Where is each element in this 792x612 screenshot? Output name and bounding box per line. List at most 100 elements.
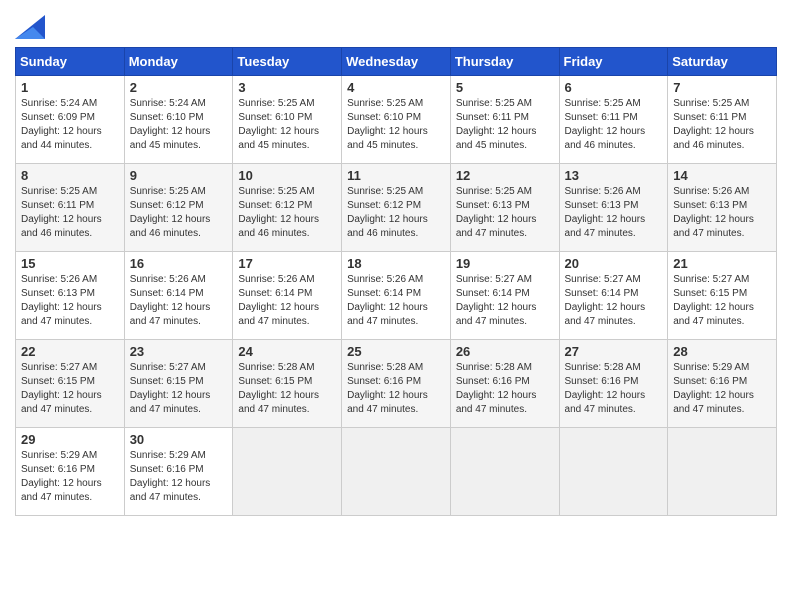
day-info: Sunrise: 5:25 AMSunset: 6:12 PMDaylight:… bbox=[130, 185, 228, 241]
day-number: 3 bbox=[238, 80, 336, 95]
day-info: Sunrise: 5:26 AMSunset: 6:14 PMDaylight:… bbox=[347, 273, 445, 329]
day-info: Sunrise: 5:27 AMSunset: 6:15 PMDaylight:… bbox=[21, 361, 119, 417]
col-header-saturday: Saturday bbox=[668, 48, 777, 76]
day-info: Sunrise: 5:25 AMSunset: 6:11 PMDaylight:… bbox=[673, 97, 771, 153]
day-info: Sunrise: 5:25 AMSunset: 6:13 PMDaylight:… bbox=[456, 185, 554, 241]
day-cell: 28 Sunrise: 5:29 AMSunset: 6:16 PMDayligh… bbox=[668, 340, 777, 428]
day-info: Sunrise: 5:25 AMSunset: 6:11 PMDaylight:… bbox=[21, 185, 119, 241]
day-number: 30 bbox=[130, 432, 228, 447]
day-info: Sunrise: 5:28 AMSunset: 6:16 PMDaylight:… bbox=[347, 361, 445, 417]
day-number: 16 bbox=[130, 256, 228, 271]
day-info: Sunrise: 5:29 AMSunset: 6:16 PMDaylight:… bbox=[673, 361, 771, 417]
day-info: Sunrise: 5:28 AMSunset: 6:15 PMDaylight:… bbox=[238, 361, 336, 417]
day-info: Sunrise: 5:29 AMSunset: 6:16 PMDaylight:… bbox=[21, 449, 119, 505]
day-info: Sunrise: 5:27 AMSunset: 6:15 PMDaylight:… bbox=[673, 273, 771, 329]
day-info: Sunrise: 5:26 AMSunset: 6:14 PMDaylight:… bbox=[238, 273, 336, 329]
day-info: Sunrise: 5:26 AMSunset: 6:14 PMDaylight:… bbox=[130, 273, 228, 329]
day-number: 13 bbox=[565, 168, 663, 183]
day-cell: 4 Sunrise: 5:25 AMSunset: 6:10 PMDaylight… bbox=[342, 76, 451, 164]
week-row-2: 15 Sunrise: 5:26 AMSunset: 6:13 PMDayligh… bbox=[16, 252, 777, 340]
day-info: Sunrise: 5:24 AMSunset: 6:09 PMDaylight:… bbox=[21, 97, 119, 153]
day-number: 23 bbox=[130, 344, 228, 359]
day-cell: 26 Sunrise: 5:28 AMSunset: 6:16 PMDayligh… bbox=[450, 340, 559, 428]
day-cell: 21 Sunrise: 5:27 AMSunset: 6:15 PMDayligh… bbox=[668, 252, 777, 340]
day-info: Sunrise: 5:29 AMSunset: 6:16 PMDaylight:… bbox=[130, 449, 228, 505]
col-header-thursday: Thursday bbox=[450, 48, 559, 76]
day-cell: 6 Sunrise: 5:25 AMSunset: 6:11 PMDaylight… bbox=[559, 76, 668, 164]
day-number: 17 bbox=[238, 256, 336, 271]
day-number: 18 bbox=[347, 256, 445, 271]
day-cell: 14 Sunrise: 5:26 AMSunset: 6:13 PMDayligh… bbox=[668, 164, 777, 252]
day-cell bbox=[342, 428, 451, 516]
day-number: 8 bbox=[21, 168, 119, 183]
header bbox=[15, 15, 777, 39]
day-number: 9 bbox=[130, 168, 228, 183]
logo bbox=[15, 15, 49, 39]
day-cell: 16 Sunrise: 5:26 AMSunset: 6:14 PMDayligh… bbox=[124, 252, 233, 340]
day-info: Sunrise: 5:25 AMSunset: 6:10 PMDaylight:… bbox=[347, 97, 445, 153]
day-info: Sunrise: 5:25 AMSunset: 6:12 PMDaylight:… bbox=[347, 185, 445, 241]
day-cell bbox=[559, 428, 668, 516]
day-number: 11 bbox=[347, 168, 445, 183]
day-number: 4 bbox=[347, 80, 445, 95]
day-info: Sunrise: 5:25 AMSunset: 6:12 PMDaylight:… bbox=[238, 185, 336, 241]
col-header-friday: Friday bbox=[559, 48, 668, 76]
day-cell: 20Sunrise: 5:27 AMSunset: 6:14 PMDayligh… bbox=[559, 252, 668, 340]
day-info: Sunrise: 5:26 AMSunset: 6:13 PMDaylight:… bbox=[21, 273, 119, 329]
day-cell bbox=[668, 428, 777, 516]
day-info: Sunrise: 5:27 AMSunset: 6:14 PMDaylight:… bbox=[456, 273, 554, 329]
day-cell: 19 Sunrise: 5:27 AMSunset: 6:14 PMDayligh… bbox=[450, 252, 559, 340]
day-number: 2 bbox=[130, 80, 228, 95]
header-row: SundayMondayTuesdayWednesdayThursdayFrid… bbox=[16, 48, 777, 76]
day-cell: 12Sunrise: 5:25 AMSunset: 6:13 PMDayligh… bbox=[450, 164, 559, 252]
day-number: 14 bbox=[673, 168, 771, 183]
day-cell: 23 Sunrise: 5:27 AMSunset: 6:15 PMDayligh… bbox=[124, 340, 233, 428]
day-cell: 24 Sunrise: 5:28 AMSunset: 6:15 PMDayligh… bbox=[233, 340, 342, 428]
week-row-1: 8 Sunrise: 5:25 AMSunset: 6:11 PMDaylight… bbox=[16, 164, 777, 252]
day-cell: 1 Sunrise: 5:24 AMSunset: 6:09 PMDaylight… bbox=[16, 76, 125, 164]
day-cell: 25 Sunrise: 5:28 AMSunset: 6:16 PMDayligh… bbox=[342, 340, 451, 428]
day-number: 19 bbox=[456, 256, 554, 271]
day-number: 6 bbox=[565, 80, 663, 95]
day-cell bbox=[450, 428, 559, 516]
day-cell: 27 Sunrise: 5:28 AMSunset: 6:16 PMDayligh… bbox=[559, 340, 668, 428]
logo-icon bbox=[15, 15, 45, 39]
calendar-table: SundayMondayTuesdayWednesdayThursdayFrid… bbox=[15, 47, 777, 516]
day-info: Sunrise: 5:26 AMSunset: 6:13 PMDaylight:… bbox=[673, 185, 771, 241]
day-number: 29 bbox=[21, 432, 119, 447]
day-number: 1 bbox=[21, 80, 119, 95]
day-number: 21 bbox=[673, 256, 771, 271]
day-info: Sunrise: 5:25 AMSunset: 6:11 PMDaylight:… bbox=[565, 97, 663, 153]
day-cell: 8 Sunrise: 5:25 AMSunset: 6:11 PMDaylight… bbox=[16, 164, 125, 252]
week-row-3: 22 Sunrise: 5:27 AMSunset: 6:15 PMDayligh… bbox=[16, 340, 777, 428]
day-number: 15 bbox=[21, 256, 119, 271]
day-number: 10 bbox=[238, 168, 336, 183]
day-number: 26 bbox=[456, 344, 554, 359]
day-info: Sunrise: 5:25 AMSunset: 6:10 PMDaylight:… bbox=[238, 97, 336, 153]
day-number: 25 bbox=[347, 344, 445, 359]
day-number: 5 bbox=[456, 80, 554, 95]
day-info: Sunrise: 5:28 AMSunset: 6:16 PMDaylight:… bbox=[456, 361, 554, 417]
day-cell: 5 Sunrise: 5:25 AMSunset: 6:11 PMDaylight… bbox=[450, 76, 559, 164]
day-cell: 9 Sunrise: 5:25 AMSunset: 6:12 PMDaylight… bbox=[124, 164, 233, 252]
day-cell: 29 Sunrise: 5:29 AMSunset: 6:16 PMDayligh… bbox=[16, 428, 125, 516]
day-number: 27 bbox=[565, 344, 663, 359]
day-cell: 10 Sunrise: 5:25 AMSunset: 6:12 PMDayligh… bbox=[233, 164, 342, 252]
day-info: Sunrise: 5:26 AMSunset: 6:13 PMDaylight:… bbox=[565, 185, 663, 241]
day-cell: 11 Sunrise: 5:25 AMSunset: 6:12 PMDayligh… bbox=[342, 164, 451, 252]
week-row-4: 29 Sunrise: 5:29 AMSunset: 6:16 PMDayligh… bbox=[16, 428, 777, 516]
day-number: 28 bbox=[673, 344, 771, 359]
day-cell: 18 Sunrise: 5:26 AMSunset: 6:14 PMDayligh… bbox=[342, 252, 451, 340]
col-header-sunday: Sunday bbox=[16, 48, 125, 76]
day-info: Sunrise: 5:24 AMSunset: 6:10 PMDaylight:… bbox=[130, 97, 228, 153]
day-cell: 7Sunrise: 5:25 AMSunset: 6:11 PMDaylight… bbox=[668, 76, 777, 164]
day-info: Sunrise: 5:27 AMSunset: 6:15 PMDaylight:… bbox=[130, 361, 228, 417]
day-cell: 3 Sunrise: 5:25 AMSunset: 6:10 PMDaylight… bbox=[233, 76, 342, 164]
day-number: 22 bbox=[21, 344, 119, 359]
day-cell: 13 Sunrise: 5:26 AMSunset: 6:13 PMDayligh… bbox=[559, 164, 668, 252]
day-info: Sunrise: 5:28 AMSunset: 6:16 PMDaylight:… bbox=[565, 361, 663, 417]
day-number: 24 bbox=[238, 344, 336, 359]
day-cell: 15 Sunrise: 5:26 AMSunset: 6:13 PMDayligh… bbox=[16, 252, 125, 340]
day-info: Sunrise: 5:25 AMSunset: 6:11 PMDaylight:… bbox=[456, 97, 554, 153]
day-number: 20 bbox=[565, 256, 663, 271]
